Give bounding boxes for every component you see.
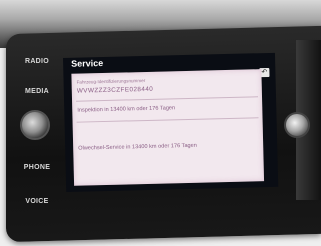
service-info-panel: Fahrzeug-Identifizierungsnummer WVWZZZ3C… xyxy=(71,69,265,186)
divider xyxy=(76,117,259,123)
phone-button[interactable]: PHONE xyxy=(20,164,54,171)
volume-knob[interactable] xyxy=(20,110,50,140)
tuning-knob[interactable] xyxy=(284,112,310,138)
media-button[interactable]: MEDIA xyxy=(20,88,54,95)
infotainment-screen: Service ↶ Fahrzeug-Identifizierungsnumme… xyxy=(63,52,279,192)
radio-button[interactable]: RADIO xyxy=(20,58,54,65)
inspection-info: Inspektion in 13400 km oder 176 Tagen xyxy=(77,105,176,114)
divider xyxy=(76,96,259,102)
voice-button[interactable]: VOICE xyxy=(20,198,54,205)
oil-service-info: Ölwechsel-Service in 13400 km oder 176 T… xyxy=(78,142,197,152)
vin-value: WVWZZZ3CZFE028440 xyxy=(76,85,154,95)
screen-title: Service xyxy=(71,58,104,69)
